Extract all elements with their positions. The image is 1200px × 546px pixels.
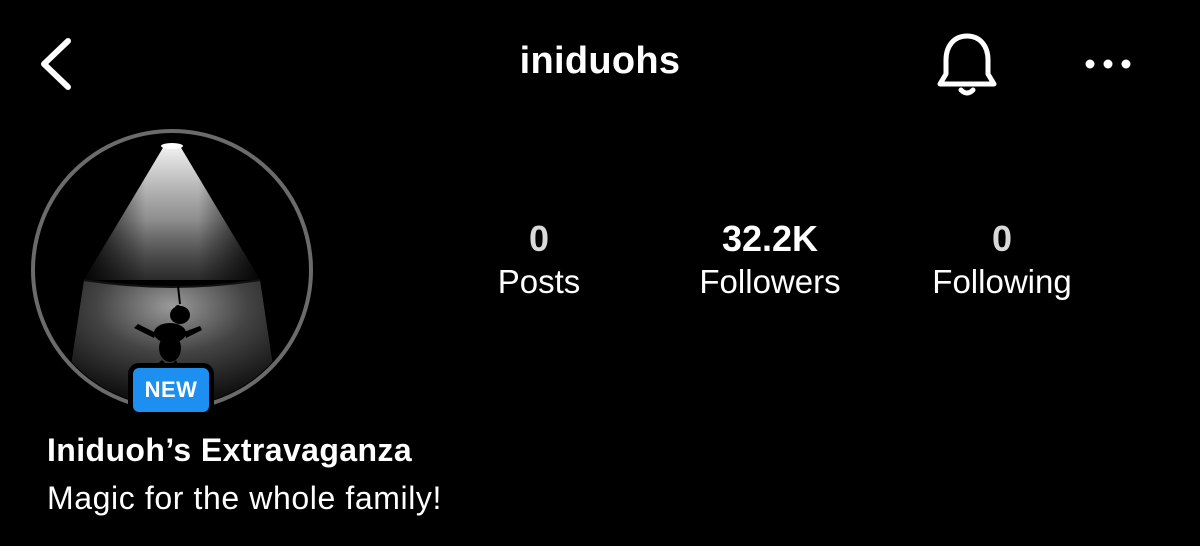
profile-username: iniduohs — [519, 40, 681, 82]
posts-label: Posts — [497, 263, 581, 300]
stat-posts[interactable]: 0 Posts — [429, 218, 649, 304]
new-badge: NEW — [128, 363, 214, 417]
following-label: Following — [932, 263, 1072, 300]
posts-count: 0 — [528, 218, 550, 259]
bell-icon — [937, 33, 997, 96]
notifications-button[interactable] — [934, 30, 1000, 98]
profile-display-name: Iniduoh’s Extravaganza — [47, 432, 413, 468]
following-count: 0 — [991, 218, 1013, 259]
followers-count: 32.2K — [721, 218, 819, 259]
stat-followers[interactable]: 32.2K Followers — [660, 218, 880, 304]
stat-following[interactable]: 0 Following — [892, 218, 1112, 304]
followers-label: Followers — [699, 263, 841, 300]
profile-bio: Magic for the whole family! — [47, 480, 443, 516]
top-navigation-bar: iniduohs — [0, 0, 1200, 130]
more-options-button[interactable] — [1080, 46, 1136, 82]
more-horizontal-icon — [1085, 59, 1131, 69]
